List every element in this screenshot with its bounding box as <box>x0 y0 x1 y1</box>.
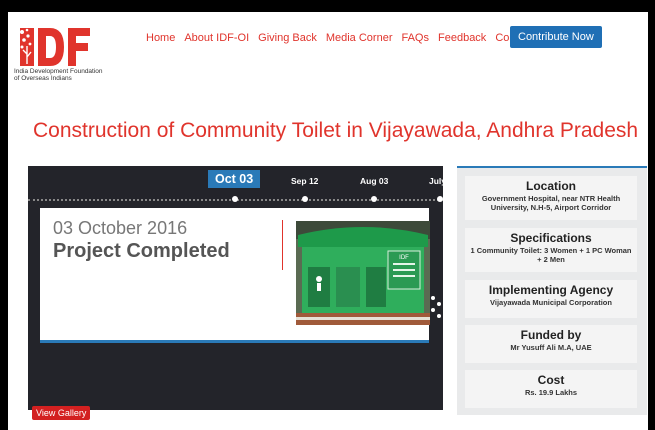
project-info-panel: Location Government Hospital, near NTR H… <box>457 166 647 415</box>
timeline-date-sep12[interactable]: Sep 12 <box>291 176 318 186</box>
timeline-dot[interactable] <box>437 196 443 202</box>
info-agency: Implementing Agency Vijayawada Municipal… <box>465 280 637 318</box>
contribute-now-button[interactable]: Contribute Now <box>510 26 602 48</box>
toilet-building-photo-icon: IDF <box>296 221 430 325</box>
logo-line-2: of Overseas Indians <box>14 75 72 82</box>
timeline-dot[interactable] <box>371 196 377 202</box>
page-title: Construction of Community Toilet in Vija… <box>33 119 639 142</box>
info-funded-by: Funded by Mr Yusuff Ali M.A, UAE <box>465 325 637 363</box>
nav-faqs[interactable]: FAQs <box>401 32 429 44</box>
info-specifications-value: 1 Community Toilet: 3 Women + 1 PC Woman… <box>470 246 632 264</box>
nav-about[interactable]: About IDF-OI <box>184 32 249 44</box>
event-photo[interactable]: IDF <box>296 221 430 325</box>
timeline-date-aug03[interactable]: Aug 03 <box>360 176 388 186</box>
info-cost-value: Rs. 19.9 Lakhs <box>524 388 578 397</box>
card-divider <box>282 220 283 270</box>
logo-tagline: India Development Foundation of Overseas… <box>14 68 124 82</box>
event-status: Project Completed <box>53 240 230 262</box>
timeline-nav-dot[interactable] <box>431 308 435 312</box>
nav-feedback[interactable]: Feedback <box>438 32 486 44</box>
timeline-date-july[interactable]: July <box>429 176 446 186</box>
photo-sign-text: IDF <box>399 255 409 261</box>
info-location-value: Government Hospital, near NTR Health Uni… <box>481 194 621 212</box>
view-gallery-button[interactable]: View Gallery <box>32 406 91 420</box>
site-logo[interactable]: India Development Foundation of Overseas… <box>14 24 124 86</box>
nav-home[interactable]: Home <box>146 32 175 44</box>
timeline-dot[interactable] <box>302 196 308 202</box>
info-cost-heading: Cost <box>537 373 565 387</box>
logo-line-1: India Development Foundation <box>14 68 103 75</box>
page: India Development Foundation of Overseas… <box>8 12 648 430</box>
nav-giving-back[interactable]: Giving Back <box>258 32 317 44</box>
info-agency-value: Vijayawada Municipal Corporation <box>490 298 612 307</box>
idf-logo-icon <box>20 28 90 66</box>
info-specifications: Specifications 1 Community Toilet: 3 Wom… <box>465 228 637 272</box>
timeline-event-card: 03 October 2016 Project Completed IDF <box>40 208 430 343</box>
event-date: 03 October 2016 <box>53 218 188 238</box>
timeline-date-oct03[interactable]: Oct 03 <box>208 170 261 188</box>
info-agency-heading: Implementing Agency <box>488 283 614 297</box>
info-funded-by-heading: Funded by <box>520 328 582 342</box>
info-specifications-heading: Specifications <box>510 231 592 245</box>
timeline-panel: Oct 03 Sep 12 Aug 03 July 03 October 201… <box>28 166 446 410</box>
timeline-nav-dot[interactable] <box>437 302 441 306</box>
main-nav: Home About IDF-OI Giving Back Media Corn… <box>146 28 559 48</box>
info-cost: Cost Rs. 19.9 Lakhs <box>465 370 637 408</box>
nav-media-corner[interactable]: Media Corner <box>326 32 393 44</box>
info-location: Location Government Hospital, near NTR H… <box>465 176 637 220</box>
timeline-nav-dot[interactable] <box>437 314 441 318</box>
timeline-nav-dot[interactable] <box>431 296 435 300</box>
info-funded-by-value: Mr Yusuff Ali M.A, UAE <box>510 343 592 352</box>
timeline-dot[interactable] <box>232 196 238 202</box>
info-location-heading: Location <box>526 179 576 193</box>
